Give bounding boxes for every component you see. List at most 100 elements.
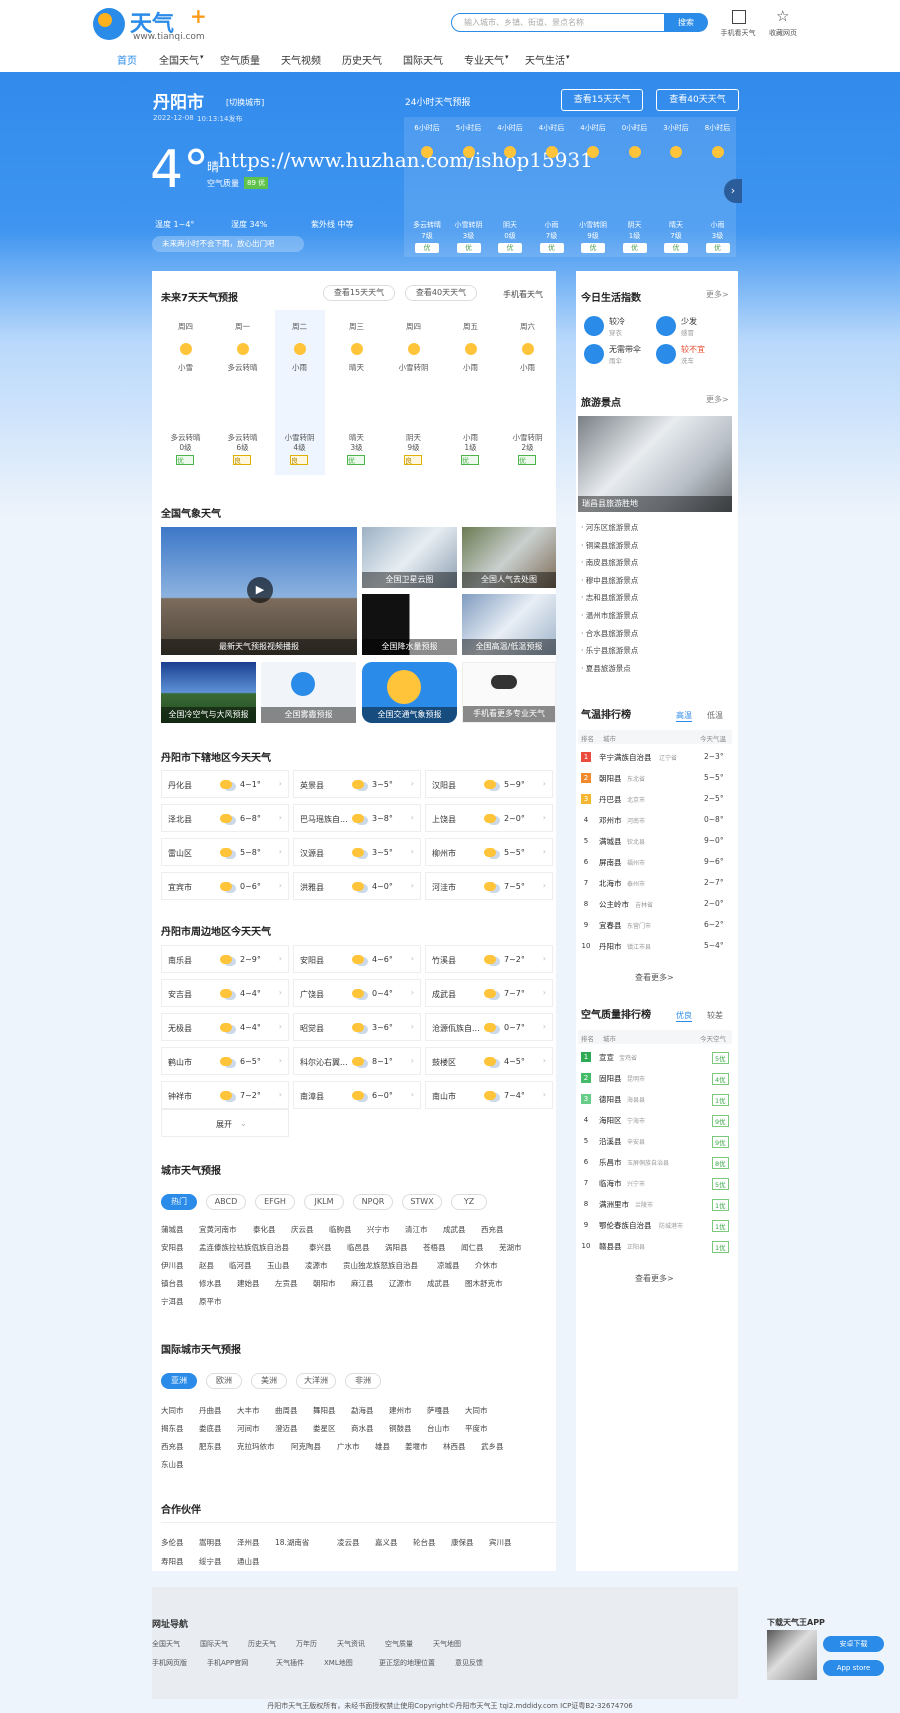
footer-link[interactable]: 天气资讯: [337, 1639, 365, 1649]
outing-thumb[interactable]: 全国人气去处图: [462, 527, 556, 588]
city-link[interactable]: 安阳县: [161, 1242, 184, 1253]
temp-thumb[interactable]: 全国高温/低温预报: [462, 594, 556, 655]
intl-link[interactable]: 丹曲县: [199, 1405, 222, 1416]
qr-code-icon[interactable]: [732, 10, 746, 24]
city-link[interactable]: 原平市: [199, 1296, 222, 1307]
search-button[interactable]: 搜索: [664, 13, 708, 32]
intl-link[interactable]: 铜鼓县: [389, 1423, 412, 1434]
intl-link[interactable]: 肥东县: [199, 1441, 222, 1452]
view-40day-button[interactable]: 查看40天天气: [656, 89, 739, 111]
rank-city[interactable]: 北海市: [599, 878, 622, 889]
travel-link[interactable]: · 志和县旅游景点: [581, 592, 638, 603]
nav-intl[interactable]: 国际天气: [403, 52, 443, 67]
partner-link[interactable]: 嘉义县: [375, 1537, 398, 1548]
footer-link[interactable]: XML地图: [324, 1658, 353, 1668]
area-cell[interactable]: 河洼市 7~5° ›: [425, 872, 553, 900]
area-cell[interactable]: 昭觉县 3~6° ›: [293, 1013, 421, 1041]
nav-home[interactable]: 首页: [117, 52, 137, 67]
city-link[interactable]: 临朐县: [329, 1224, 352, 1235]
expand-button[interactable]: 展开 ⌄: [161, 1109, 289, 1137]
travel-link[interactable]: · 温州市旅游景点: [581, 610, 638, 621]
area-cell[interactable]: 上饶县 2~0° ›: [425, 804, 553, 832]
bookmark-link[interactable]: 收藏网页: [758, 28, 808, 38]
intl-link[interactable]: 平度市: [465, 1423, 488, 1434]
rank-city[interactable]: 沿溪县: [599, 1136, 622, 1147]
rank-city[interactable]: 宜春县: [599, 920, 622, 931]
intl-link[interactable]: 建州市: [389, 1405, 412, 1416]
temp-rank-more[interactable]: 查看更多>: [635, 972, 674, 983]
area-cell[interactable]: 南乐县 2~9° ›: [161, 945, 289, 973]
city-tab[interactable]: ABCD: [206, 1194, 246, 1210]
travel-link[interactable]: · 河东区旅游景点: [581, 522, 638, 533]
area-cell[interactable]: 丹化县 4~1° ›: [161, 770, 289, 798]
travel-link[interactable]: · 穆中县旅游景点: [581, 575, 638, 586]
intl-link[interactable]: 武乡县: [481, 1441, 504, 1452]
hourly-next-arrow[interactable]: ›: [724, 179, 742, 203]
area-cell[interactable]: 泽北县 6~8° ›: [161, 804, 289, 832]
area-cell[interactable]: 鼓楼区 4~5° ›: [425, 1047, 553, 1075]
city-link[interactable]: 蒲城县: [161, 1224, 184, 1235]
intl-link[interactable]: 大同市: [465, 1405, 488, 1416]
life-more-link[interactable]: 更多>: [706, 289, 729, 300]
area-cell[interactable]: 无极县 4~4° ›: [161, 1013, 289, 1041]
area-cell[interactable]: 沧源佤族自... 0~7° ›: [425, 1013, 553, 1041]
partner-link[interactable]: 嵩明县: [199, 1537, 222, 1548]
intl-link[interactable]: 西充县: [161, 1441, 184, 1452]
intl-link[interactable]: 大同市: [161, 1405, 184, 1416]
intl-link[interactable]: 林西县: [443, 1441, 466, 1452]
footer-link[interactable]: 空气质量: [385, 1639, 413, 1649]
nav-history[interactable]: 历史天气: [342, 52, 382, 67]
rank-city[interactable]: 公主岭市: [599, 899, 629, 910]
pro-thumb[interactable]: 手机看更多专业天气: [462, 662, 556, 723]
search-input[interactable]: 输入城市、乡镇、街道、景点名称: [451, 13, 665, 32]
city-link[interactable]: 建始县: [237, 1278, 260, 1289]
rank-city[interactable]: 辛宁满族自治县: [599, 752, 652, 763]
nav-video[interactable]: 天气视频: [281, 52, 321, 67]
area-cell[interactable]: 成武县 7~7° ›: [425, 979, 553, 1007]
city-link[interactable]: 临邑县: [347, 1242, 370, 1253]
partner-link[interactable]: 绥宁县: [199, 1556, 222, 1567]
rain-thumb[interactable]: 全国降水量预报: [362, 594, 457, 655]
rank-city[interactable]: 满洲里市: [599, 1199, 629, 1210]
city-link[interactable]: 赵县: [199, 1260, 214, 1271]
area-cell[interactable]: 洪雅县 4~0° ›: [293, 872, 421, 900]
footer-link[interactable]: 历史天气: [248, 1639, 276, 1649]
city-link[interactable]: 孟连傣族拉祜族佤族自治县: [199, 1242, 289, 1253]
rank-city[interactable]: 固阳县: [599, 1073, 622, 1084]
city-link[interactable]: 泰兴县: [309, 1242, 332, 1253]
intl-link[interactable]: 揭东县: [161, 1423, 184, 1434]
intl-tab[interactable]: 欧洲: [206, 1373, 242, 1389]
city-link[interactable]: 宜黄河南市: [199, 1224, 237, 1235]
city-link[interactable]: 贡山独龙族怒族自治县: [343, 1260, 418, 1271]
city-link[interactable]: 伊川县: [161, 1260, 184, 1271]
rank-city[interactable]: 海阳区: [599, 1115, 622, 1126]
partner-link[interactable]: 轮台县: [413, 1537, 436, 1548]
intl-link[interactable]: 曲周县: [275, 1405, 298, 1416]
appstore-button[interactable]: App store: [823, 1660, 884, 1676]
traffic-thumb[interactable]: 全国交通气象预报: [362, 662, 457, 723]
rank-city[interactable]: 屏南县: [599, 857, 622, 868]
rank-city[interactable]: 德阳县: [599, 1094, 622, 1105]
intl-tab[interactable]: 亚洲: [161, 1373, 197, 1389]
city-link[interactable]: 芜湖市: [499, 1242, 522, 1253]
intl-link[interactable]: 娄星区: [313, 1423, 336, 1434]
city-link[interactable]: 凌源市: [305, 1260, 328, 1271]
city-link[interactable]: 苍梧县: [423, 1242, 446, 1253]
city-link[interactable]: 辽源市: [389, 1278, 412, 1289]
intl-link[interactable]: 克拉玛依市: [237, 1441, 275, 1452]
rank-tab[interactable]: 较差: [707, 1010, 723, 1021]
area-cell[interactable]: 雷山区 5~8° ›: [161, 838, 289, 866]
rank-city[interactable]: 邓州市: [599, 815, 622, 826]
star-icon[interactable]: ☆: [776, 7, 789, 25]
satellite-thumb[interactable]: 全国卫星云图: [362, 527, 457, 588]
rank-city[interactable]: 满城县: [599, 836, 622, 847]
nav-pro[interactable]: 专业天气: [464, 52, 504, 67]
city-link[interactable]: 镇台县: [161, 1278, 184, 1289]
intl-link[interactable]: 河间市: [237, 1423, 260, 1434]
area-cell[interactable]: 南漳县 6~0° ›: [293, 1081, 421, 1109]
week-mobile-link[interactable]: 手机看天气: [503, 289, 543, 300]
intl-tab[interactable]: 非洲: [345, 1373, 381, 1389]
city-link[interactable]: 庆云县: [291, 1224, 314, 1235]
city-link[interactable]: 朝阳市: [313, 1278, 336, 1289]
aq-rank-more[interactable]: 查看更多>: [635, 1273, 674, 1284]
